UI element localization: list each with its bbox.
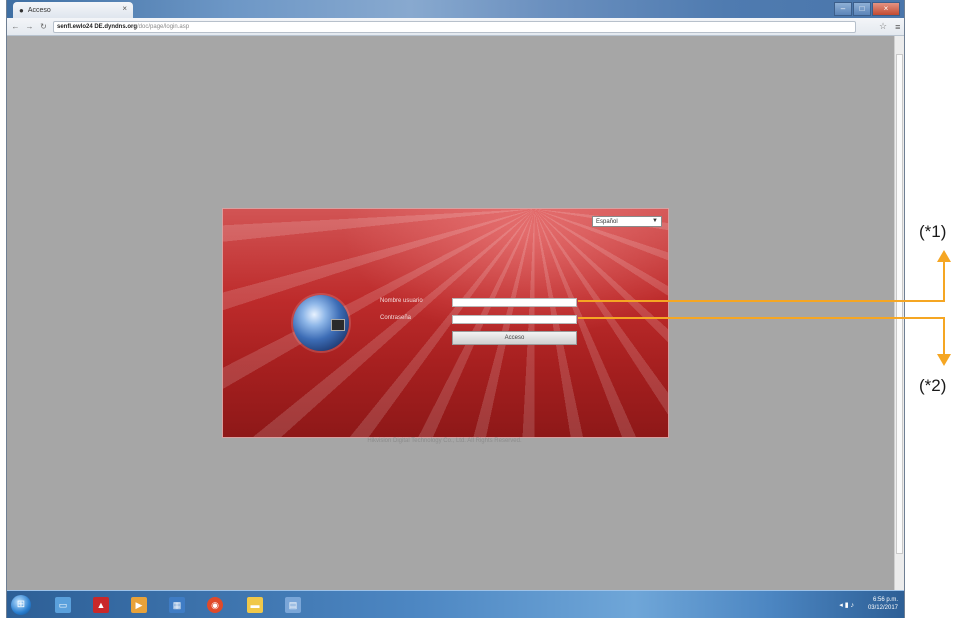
- callout-arrow-down-icon: [937, 354, 951, 366]
- annotation-note-2: (*2): [919, 376, 947, 395]
- callout-arrow-up-icon: [937, 250, 951, 262]
- callout-line-1: [578, 258, 945, 302]
- callout-line-2: [578, 317, 945, 358]
- callout-lines: [578, 250, 951, 366]
- annotation-note-1: (*1): [919, 222, 947, 241]
